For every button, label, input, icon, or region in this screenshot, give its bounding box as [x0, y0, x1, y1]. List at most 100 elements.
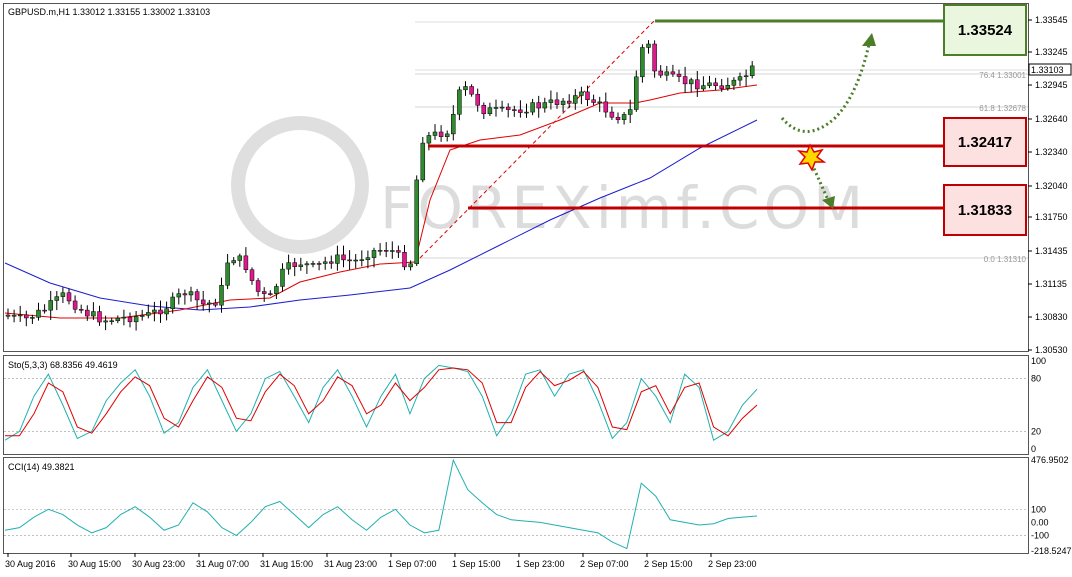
- bearish-candle: [292, 262, 297, 267]
- bearish-candle: [127, 316, 133, 323]
- bearish-candle: [591, 99, 596, 103]
- bullish-candle: [286, 262, 291, 270]
- bullish-candle: [524, 111, 529, 114]
- bearish-candle: [615, 116, 621, 120]
- level-value-resistance: 1.33524: [958, 22, 1013, 39]
- time-tick-label: 1 Sep 07:00: [388, 559, 437, 569]
- bearish-candle: [554, 99, 560, 105]
- bearish-candle: [505, 106, 511, 110]
- bearish-candle: [719, 85, 724, 89]
- bullish-candle: [11, 314, 17, 317]
- stochastic-panel[interactable]: [3, 355, 1029, 455]
- price-tick-label: 1.32945: [1035, 80, 1068, 90]
- bullish-candle: [707, 82, 712, 86]
- bearish-candle: [268, 293, 273, 295]
- bearish-candle: [347, 259, 352, 262]
- bearish-candle: [676, 73, 682, 77]
- bullish-candle: [487, 107, 493, 115]
- stochastic-tick-label: 80: [1031, 374, 1041, 384]
- bullish-candle: [634, 76, 639, 110]
- price-tick-label: 1.31750: [1035, 212, 1068, 222]
- bullish-candle: [280, 268, 285, 287]
- bullish-candle: [377, 250, 383, 252]
- bearish-candle: [609, 111, 615, 118]
- stochastic-tick-label: 20: [1031, 426, 1041, 436]
- time-tick-label: 1 Sep 23:00: [516, 559, 565, 569]
- bearish-candle: [585, 91, 590, 101]
- bullish-candle: [103, 320, 108, 323]
- bullish-candle: [390, 250, 395, 252]
- bullish-candle: [737, 76, 743, 81]
- bullish-candle: [597, 101, 602, 104]
- bearish-candle: [194, 291, 200, 301]
- bullish-candle: [701, 85, 706, 90]
- bearish-candle: [670, 71, 676, 75]
- time-tick-label: 2 Sep 23:00: [708, 559, 757, 569]
- time-tick-label: 31 Aug 07:00: [196, 559, 249, 569]
- bullish-candle: [420, 142, 426, 181]
- time-tick-label: 30 Aug 23:00: [132, 559, 185, 569]
- stochastic-axis: 100 80 20 0: [1031, 356, 1046, 454]
- cci-axis: 476.9502 100 0.00 -100 -218.5247: [1031, 455, 1072, 556]
- bullish-candle: [231, 260, 236, 264]
- bearish-candle: [402, 252, 407, 268]
- chart-canvas[interactable]: FOREXimf.COM 76.4 1.3300161.8 1.326780.0…: [0, 0, 1072, 577]
- bullish-candle: [414, 179, 419, 265]
- bearish-candle: [261, 291, 267, 294]
- bullish-candle: [225, 262, 230, 286]
- time-tick-label: 1 Sep 15:00: [452, 559, 501, 569]
- bearish-candle: [97, 311, 102, 323]
- bearish-candle: [566, 100, 572, 104]
- price-tick-label: 1.30530: [1035, 345, 1068, 355]
- time-tick-label: 2 Sep 07:00: [580, 559, 629, 569]
- bearish-candle: [72, 300, 78, 310]
- cci-tick-label: 476.9502: [1031, 455, 1069, 465]
- bullish-candle: [188, 291, 194, 296]
- current-price-label: 1.33103: [1031, 65, 1064, 75]
- bearish-candle: [316, 263, 322, 265]
- price-tick-label: 1.31135: [1035, 279, 1067, 289]
- bullish-candle: [725, 85, 731, 89]
- bullish-candle: [444, 133, 450, 137]
- level-value-support-1: 1.32417: [958, 134, 1012, 151]
- bullish-candle: [493, 107, 499, 109]
- bullish-candle: [560, 100, 566, 105]
- bullish-candle: [17, 314, 23, 317]
- bearish-candle: [396, 250, 401, 253]
- time-tick-label: 31 Aug 15:00: [260, 559, 313, 569]
- price-tick-label: 1.33245: [1035, 47, 1068, 57]
- bullish-candle: [176, 293, 182, 298]
- bullish-candle: [359, 259, 365, 261]
- bullish-candle: [627, 109, 633, 115]
- bearish-candle: [66, 292, 72, 302]
- bullish-candle: [457, 89, 462, 115]
- price-tick-label: 1.32340: [1035, 147, 1068, 157]
- price-tick-label: 1.30830: [1035, 312, 1068, 322]
- bearish-candle: [85, 309, 90, 317]
- cci-panel[interactable]: [3, 457, 1029, 554]
- bullish-candle: [133, 316, 139, 323]
- bullish-candle: [152, 309, 157, 313]
- price-tick-label: 1.31435: [1035, 246, 1068, 256]
- bearish-candle: [42, 309, 47, 312]
- bullish-candle: [54, 296, 60, 301]
- bearish-candle: [658, 70, 663, 76]
- bullish-candle: [463, 86, 468, 91]
- time-tick-label: 30 Aug 2016: [5, 559, 56, 569]
- stochastic-title: Sto(5,3,3) 68.8356 49.4619: [8, 360, 118, 370]
- bullish-candle: [688, 79, 694, 85]
- bullish-candle: [664, 71, 670, 76]
- bullish-candle: [164, 308, 169, 315]
- bearish-candle: [695, 79, 700, 90]
- bullish-candle: [743, 75, 749, 78]
- bullish-candle: [139, 315, 145, 317]
- cci-tick-label: 100: [1031, 504, 1046, 514]
- bullish-candle: [573, 95, 578, 104]
- bullish-candle: [121, 316, 127, 319]
- bullish-candle: [451, 114, 456, 135]
- bearish-candle: [24, 314, 29, 319]
- time-axis[interactable]: 30 Aug 2016 30 Aug 15:00 30 Aug 23:00 31 Au…: [5, 553, 757, 569]
- bullish-candle: [322, 261, 328, 264]
- bearish-candle: [158, 309, 163, 315]
- bullish-candle: [36, 309, 41, 318]
